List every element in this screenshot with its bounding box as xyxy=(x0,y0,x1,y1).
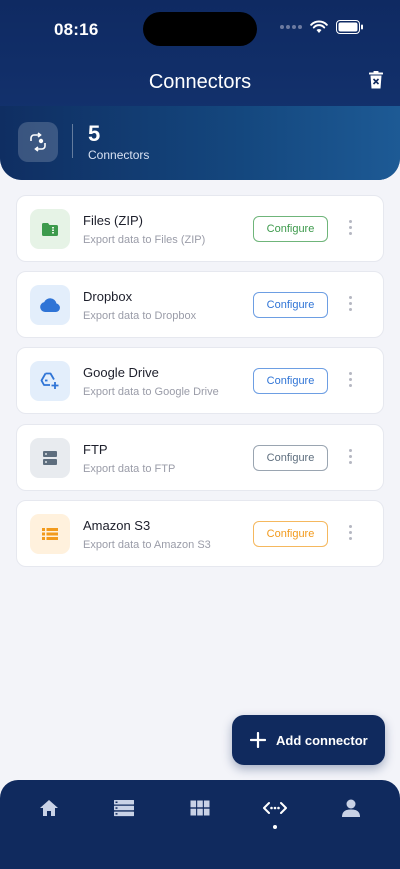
connector-name: Files (ZIP) xyxy=(83,213,143,228)
drive-add-icon xyxy=(30,361,70,401)
server-icon xyxy=(30,438,70,478)
trash-icon xyxy=(369,71,383,89)
connector-name: Dropbox xyxy=(83,289,133,304)
connector-name: FTP xyxy=(83,442,108,457)
connector-card-amazon-s3[interactable]: Amazon S3 Export data to Amazon S3 Confi… xyxy=(16,500,384,567)
more-options-icon[interactable] xyxy=(345,296,355,314)
connector-name: Amazon S3 xyxy=(83,518,151,533)
configure-button[interactable]: Configure xyxy=(253,368,328,394)
connector-card-ftp[interactable]: FTP Export data to FTP Configure xyxy=(16,424,384,491)
connector-description: Export data to Dropbox xyxy=(83,310,197,322)
page-title: Connectors xyxy=(148,71,252,93)
connector-card-files-zip[interactable]: Files (ZIP) Export data to Files (ZIP) C… xyxy=(16,195,384,262)
summary-divider xyxy=(72,124,73,158)
more-options-icon[interactable] xyxy=(345,220,355,238)
nav-home[interactable] xyxy=(37,796,61,820)
connector-card-dropbox[interactable]: Dropbox Export data to Dropbox Configure xyxy=(16,271,384,338)
configure-button[interactable]: Configure xyxy=(253,521,328,547)
plus-icon xyxy=(250,732,266,748)
status-icons xyxy=(280,20,364,34)
nav-grid[interactable] xyxy=(188,796,212,820)
cloud-icon xyxy=(30,285,70,325)
connector-description: Export data to Amazon S3 xyxy=(83,539,211,551)
add-connector-button[interactable]: Add connector xyxy=(232,715,385,765)
active-tab-indicator xyxy=(273,825,277,829)
more-options-icon[interactable] xyxy=(345,372,355,390)
profile-icon xyxy=(342,799,360,817)
nav-storage[interactable] xyxy=(112,796,136,820)
configure-button[interactable]: Configure xyxy=(253,445,328,471)
connector-name: Google Drive xyxy=(83,365,159,380)
home-icon xyxy=(40,800,58,816)
wifi-icon xyxy=(310,20,328,33)
more-options-icon[interactable] xyxy=(345,525,355,543)
storage-list-icon xyxy=(30,514,70,554)
connector-summary-icon xyxy=(18,122,58,162)
more-options-icon[interactable] xyxy=(345,449,355,467)
connector-description: Export data to FTP xyxy=(83,463,176,475)
battery-icon xyxy=(336,20,363,34)
nav-profile[interactable] xyxy=(339,796,363,820)
connector-description: Export data to Files (ZIP) xyxy=(83,234,206,246)
connectors-icon xyxy=(263,802,287,814)
summary-band xyxy=(0,106,400,180)
connector-description: Export data to Google Drive xyxy=(83,386,219,398)
configure-button[interactable]: Configure xyxy=(253,292,328,318)
grid-icon xyxy=(190,800,210,816)
connector-card-google-drive[interactable]: Google Drive Export data to Google Drive… xyxy=(16,347,384,414)
nav-connectors[interactable] xyxy=(263,796,287,820)
app-header: 08:16 Connectors 5 Connectors xyxy=(0,0,400,180)
delete-all-button[interactable] xyxy=(368,71,384,94)
dynamic-island xyxy=(143,12,257,46)
storage-icon xyxy=(114,800,134,817)
signal-icon xyxy=(280,25,302,29)
status-time: 08:16 xyxy=(54,20,99,39)
configure-button[interactable]: Configure xyxy=(253,216,328,242)
connector-count-label: Connectors xyxy=(88,148,150,162)
add-connector-label: Add connector xyxy=(276,732,368,748)
bottom-nav xyxy=(0,780,400,869)
folder-zip-icon xyxy=(30,209,70,249)
connector-count: 5 xyxy=(88,121,101,146)
